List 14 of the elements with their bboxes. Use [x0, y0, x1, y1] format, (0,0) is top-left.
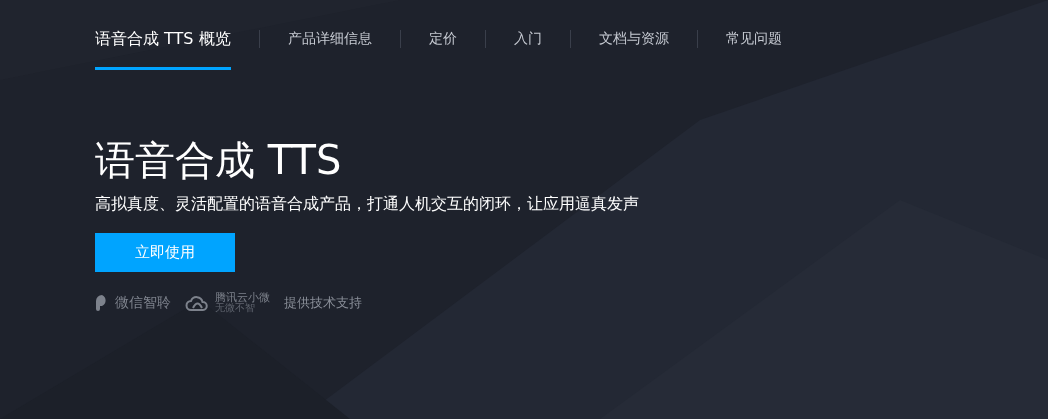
nav-tab[interactable]: 定价	[428, 10, 457, 68]
hero-title: 语音合成 TTS	[95, 136, 343, 185]
hero-subtitle: 高拟真度、灵活配置的语音合成产品，打通人机交互的闭环，让应用逼真发声	[95, 194, 640, 215]
partner-tagline: 无微不智	[215, 303, 255, 313]
support-text: 提供技术支持	[284, 293, 362, 312]
partner-name: 微信智聆	[115, 293, 171, 312]
cloud-icon	[185, 293, 209, 312]
nav-tab[interactable]: 常见问题	[725, 10, 782, 68]
nav-tab[interactable]: 产品详细信息	[287, 10, 372, 68]
speech-blob-icon	[95, 293, 109, 312]
nav-tab[interactable]: 入门	[513, 10, 542, 68]
nav-tab[interactable]: 语音合成 TTS 概览	[95, 8, 231, 70]
partner-name: 腾讯云小微	[215, 292, 270, 303]
nav-tab[interactable]: 文档与资源	[598, 10, 669, 68]
